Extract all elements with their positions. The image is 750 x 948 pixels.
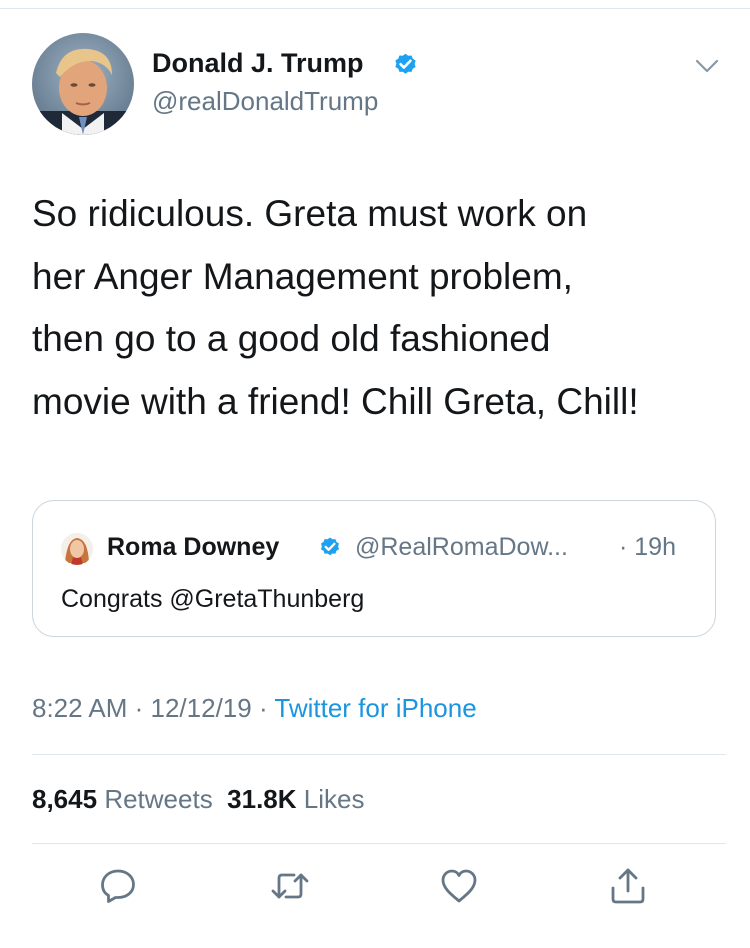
- quoted-author-name: Roma Downey: [107, 533, 280, 561]
- reply-icon: [101, 869, 135, 903]
- quoted-timestamp: · 19h: [619, 533, 676, 561]
- verified-badge-icon: [395, 53, 416, 74]
- top-divider: [0, 8, 750, 9]
- reply-button[interactable]: [98, 866, 138, 906]
- share-icon: [611, 868, 645, 904]
- quoted-tweet-card[interactable]: Roma Downey @RealRomaDow... · 19h Congra…: [32, 500, 716, 637]
- retweets-label: Retweets: [104, 784, 213, 814]
- chevron-down-icon[interactable]: [694, 56, 720, 76]
- tweet-meta: 8:22 AM · 12/12/19 · Twitter for iPhone: [32, 693, 477, 724]
- heart-icon: [441, 869, 477, 903]
- author-name[interactable]: Donald J. Trump: [152, 48, 364, 79]
- like-button[interactable]: [439, 866, 479, 906]
- quoted-author-avatar: [61, 533, 93, 565]
- retweets-stat[interactable]: 8,645 Retweets: [32, 784, 213, 814]
- meta-separator: ·: [127, 693, 151, 723]
- meta-separator: ·: [251, 693, 275, 723]
- likes-stat[interactable]: 31.8K Likes: [227, 784, 364, 814]
- divider: [32, 754, 726, 755]
- tweet-time: 8:22 AM: [32, 693, 128, 723]
- quoted-tweet-text: Congrats @GretaThunberg: [61, 585, 365, 613]
- tweet-text-line: her Anger Management problem,: [32, 255, 573, 297]
- source-link[interactable]: Twitter for iPhone: [274, 693, 476, 723]
- verified-badge-icon: [321, 537, 339, 556]
- tweet-text-line: movie with a friend! Chill Greta, Chill!: [32, 380, 639, 422]
- tweet-text-line: So ridiculous. Greta must work on: [32, 193, 588, 234]
- quoted-author-handle: @RealRomaDow...: [355, 533, 568, 561]
- retweet-button[interactable]: [270, 866, 310, 906]
- retweet-icon: [271, 873, 309, 899]
- author-handle[interactable]: @realDonaldTrump: [152, 86, 378, 117]
- likes-count: 31.8K: [227, 784, 297, 814]
- divider: [32, 843, 726, 844]
- engagement-stats: 8,645 Retweets 31.8K Likes: [32, 784, 364, 815]
- tweet-text: So ridiculous. Greta must work on her An…: [32, 183, 722, 433]
- retweets-count: 8,645: [32, 784, 98, 814]
- tweet-text-line: then go to a good old fashioned: [32, 318, 551, 359]
- tweet-date: 12/12/19: [150, 693, 252, 723]
- likes-label: Likes: [303, 784, 365, 814]
- author-avatar[interactable]: [32, 33, 134, 135]
- share-button[interactable]: [608, 866, 648, 906]
